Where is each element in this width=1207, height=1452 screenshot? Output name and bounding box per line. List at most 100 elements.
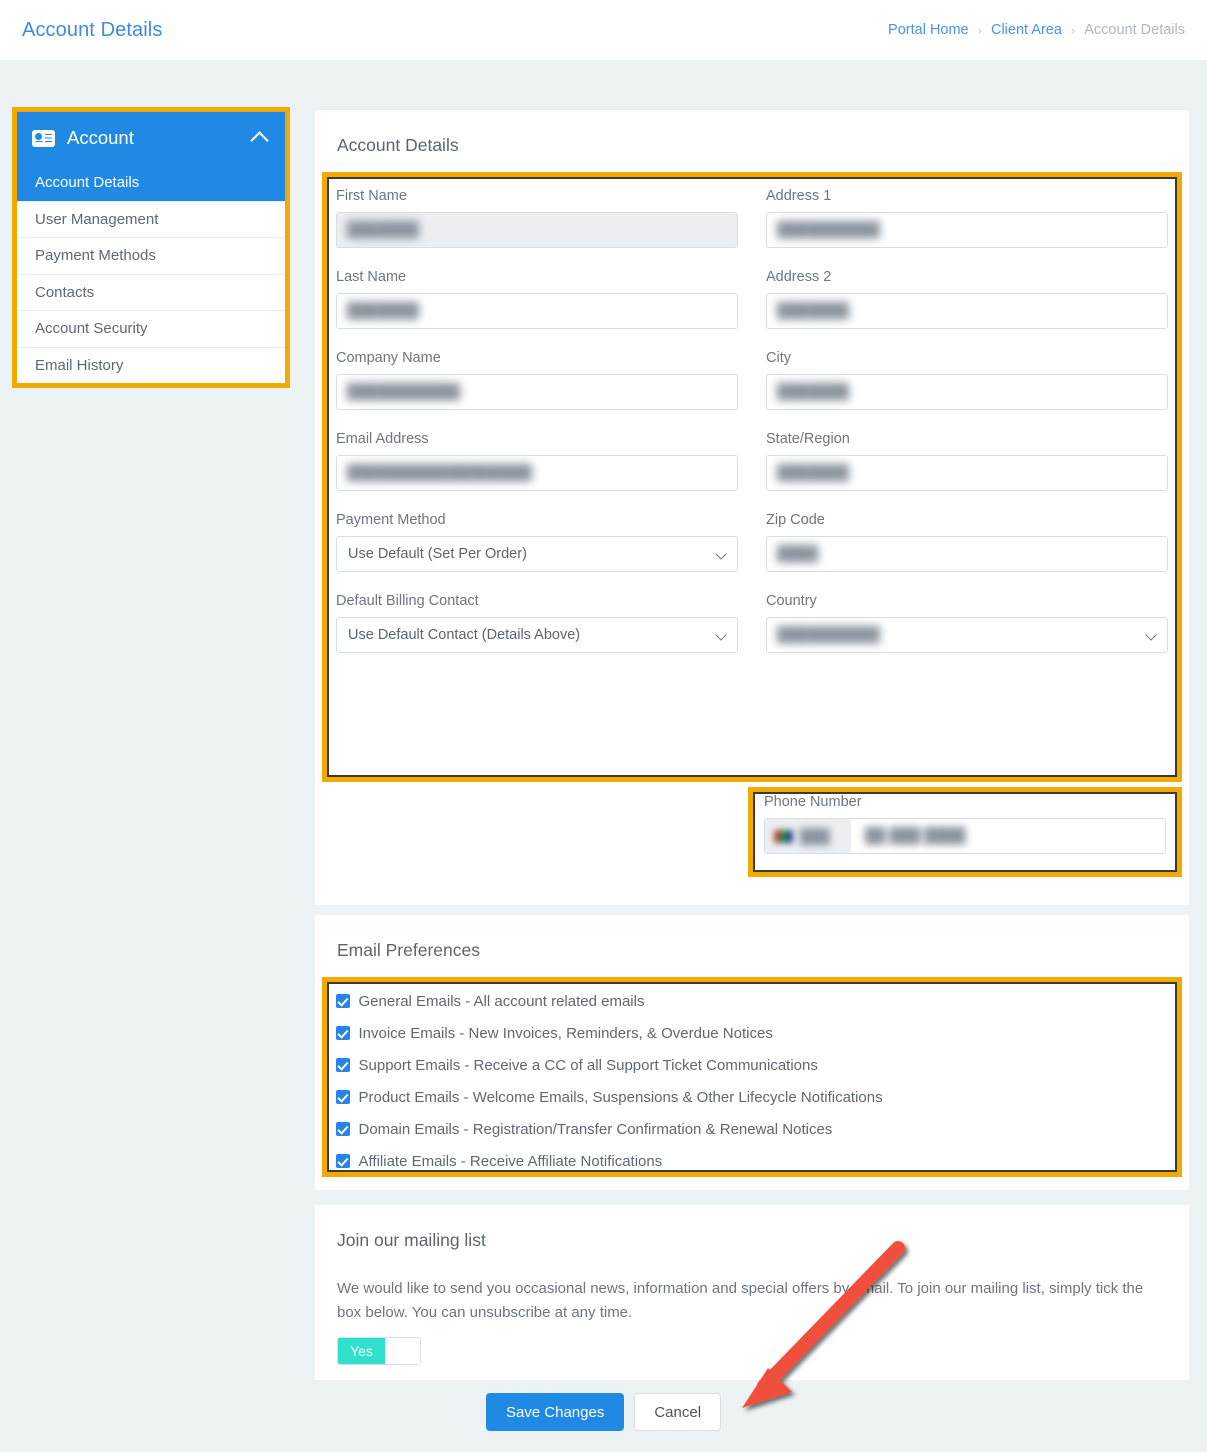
checkbox-checked-icon[interactable] bbox=[336, 1058, 350, 1072]
sidebar-item-label: Payment Methods bbox=[35, 247, 156, 265]
email-pref-general[interactable]: General Emails - All account related ema… bbox=[336, 985, 1166, 1017]
account-details-card-title: Account Details bbox=[337, 135, 459, 155]
field-label: City bbox=[766, 350, 791, 366]
save-changes-button[interactable]: Save Changes bbox=[485, 1393, 625, 1431]
email-pref-affiliate[interactable]: Affiliate Emails - Receive Affiliate Not… bbox=[336, 1145, 1166, 1177]
mailing-list-toggle-on-label[interactable]: Yes bbox=[338, 1338, 385, 1364]
field-payment-method: Payment Method Use Default (Set Per Orde… bbox=[336, 512, 738, 572]
field-default-billing-contact: Default Billing Contact Use Default Cont… bbox=[336, 593, 738, 653]
phone-country-prefix[interactable]: ███ bbox=[765, 819, 851, 853]
field-state-region: State/Region ███████ bbox=[766, 431, 1168, 491]
phone-number-value: ██ ███ ████ bbox=[865, 828, 966, 844]
breadcrumb-client-area[interactable]: Client Area bbox=[991, 22, 1062, 38]
payment-method-select[interactable]: Use Default (Set Per Order) bbox=[336, 536, 738, 572]
email-preferences-card: Email Preferences General Emails - All a… bbox=[315, 915, 1189, 1190]
id-card-icon bbox=[32, 129, 55, 147]
email-pref-label: General Emails - All account related ema… bbox=[358, 992, 645, 1010]
sidebar-item-contacts[interactable]: Contacts bbox=[17, 273, 285, 310]
email-pref-label: Domain Emails - Registration/Transfer Co… bbox=[358, 1120, 833, 1138]
field-label: Default Billing Contact bbox=[336, 593, 479, 609]
breadcrumb-current: Account Details bbox=[1084, 22, 1185, 38]
field-label: Address 1 bbox=[766, 188, 832, 204]
email-preferences-list: General Emails - All account related ema… bbox=[336, 985, 1166, 1177]
sidebar-header[interactable]: Account bbox=[17, 112, 285, 164]
sidebar-item-email-history[interactable]: Email History bbox=[17, 346, 285, 383]
email-pref-product[interactable]: Product Emails - Welcome Emails, Suspens… bbox=[336, 1081, 1166, 1113]
state-region-input[interactable] bbox=[766, 455, 1168, 491]
chevron-up-icon[interactable] bbox=[250, 131, 269, 150]
phone-number-input[interactable]: ███ ██ ███ ████ bbox=[764, 818, 1166, 854]
checkbox-checked-icon[interactable] bbox=[336, 1122, 350, 1136]
field-label: Email Address bbox=[336, 431, 429, 447]
checkbox-checked-icon[interactable] bbox=[336, 1026, 350, 1040]
field-label: Country bbox=[766, 593, 817, 609]
breadcrumb-portal-home[interactable]: Portal Home bbox=[888, 22, 969, 38]
field-city: City ███████ bbox=[766, 350, 1168, 410]
sidebar-item-label: Email History bbox=[35, 356, 124, 374]
field-address-2: Address 2 ███████ bbox=[766, 269, 1168, 329]
field-label: State/Region bbox=[766, 431, 850, 447]
first-name-input[interactable] bbox=[336, 212, 738, 248]
email-pref-label: Affiliate Emails - Receive Affiliate Not… bbox=[358, 1152, 663, 1170]
last-name-input[interactable] bbox=[336, 293, 738, 329]
address-1-input[interactable] bbox=[766, 212, 1168, 248]
email-preferences-card-title: Email Preferences bbox=[337, 940, 480, 960]
country-flag-icon bbox=[774, 829, 793, 843]
company-name-input[interactable] bbox=[336, 374, 738, 410]
field-last-name: Last Name ███████ bbox=[336, 269, 738, 329]
breadcrumb: Portal Home › Client Area › Account Deta… bbox=[888, 22, 1185, 38]
sidebar-title: Account bbox=[67, 127, 134, 148]
field-phone-number: Phone Number ███ ██ ███ ████ bbox=[764, 794, 1166, 854]
city-input[interactable] bbox=[766, 374, 1168, 410]
sidebar-item-payment-methods[interactable]: Payment Methods bbox=[17, 237, 285, 274]
email-address-input[interactable] bbox=[336, 455, 738, 491]
email-pref-support[interactable]: Support Emails - Receive a CC of all Sup… bbox=[336, 1049, 1166, 1081]
email-pref-label: Support Emails - Receive a CC of all Sup… bbox=[358, 1056, 818, 1074]
field-zip-code: Zip Code ████ bbox=[766, 512, 1168, 572]
field-label: First Name bbox=[336, 188, 407, 204]
sidebar-highlight-box: Account Account Details User Management … bbox=[12, 107, 290, 388]
billing-contact-select[interactable]: Use Default Contact (Details Above) bbox=[336, 617, 738, 653]
field-label: Last Name bbox=[336, 269, 407, 285]
sidebar-item-label: Account Security bbox=[35, 320, 148, 338]
cancel-button[interactable]: Cancel bbox=[634, 1393, 722, 1431]
page-header: Account Details Portal Home › Client Are… bbox=[0, 0, 1207, 60]
field-label: Address 2 bbox=[766, 269, 832, 285]
sidebar-item-label: User Management bbox=[35, 210, 159, 228]
mailing-list-card: Join our mailing list We would like to s… bbox=[315, 1205, 1189, 1380]
chevron-right-icon: › bbox=[1070, 22, 1076, 38]
sidebar-item-account-security[interactable]: Account Security bbox=[17, 310, 285, 347]
sidebar-item-label: Contacts bbox=[35, 283, 95, 301]
mailing-list-toggle[interactable]: Yes bbox=[337, 1337, 421, 1365]
field-first-name: First Name ███████ bbox=[336, 188, 738, 248]
field-company-name: Company Name ███████████ bbox=[336, 350, 738, 410]
address-2-input[interactable] bbox=[766, 293, 1168, 329]
account-sidebar: Account Account Details User Management … bbox=[17, 112, 285, 383]
email-pref-label: Invoice Emails - New Invoices, Reminders… bbox=[358, 1024, 773, 1042]
account-details-form: First Name ███████ Address 1 ██████████ … bbox=[336, 188, 1168, 674]
country-select[interactable] bbox=[766, 617, 1168, 653]
chevron-right-icon: › bbox=[977, 22, 982, 38]
field-label: Payment Method bbox=[336, 512, 446, 528]
field-label: Company Name bbox=[336, 350, 441, 366]
form-actions: Save Changes Cancel bbox=[0, 1393, 1207, 1431]
sidebar-item-user-management[interactable]: User Management bbox=[17, 200, 285, 237]
sidebar-item-account-details[interactable]: Account Details bbox=[17, 164, 285, 201]
sidebar-item-label: Account Details bbox=[35, 174, 140, 192]
mailing-list-description: We would like to send you occasional new… bbox=[337, 1280, 1144, 1322]
page-title: Account Details bbox=[22, 18, 163, 41]
mailing-list-toggle-track[interactable] bbox=[385, 1338, 420, 1364]
field-email-address: Email Address ██████████████████ bbox=[336, 431, 738, 491]
field-label: Phone Number bbox=[764, 794, 862, 810]
field-address-1: Address 1 ██████████ bbox=[766, 188, 1168, 248]
account-details-card: Account Details First Name ███████ Addre… bbox=[315, 110, 1189, 905]
email-pref-invoice[interactable]: Invoice Emails - New Invoices, Reminders… bbox=[336, 1017, 1166, 1049]
field-label: Zip Code bbox=[766, 512, 825, 528]
phone-dial-code: ███ bbox=[800, 828, 830, 844]
checkbox-checked-icon[interactable] bbox=[336, 1090, 350, 1104]
email-pref-domain[interactable]: Domain Emails - Registration/Transfer Co… bbox=[336, 1113, 1166, 1145]
checkbox-checked-icon[interactable] bbox=[336, 1154, 350, 1168]
mailing-list-card-title: Join our mailing list bbox=[337, 1230, 486, 1250]
checkbox-checked-icon[interactable] bbox=[336, 994, 350, 1008]
zip-code-input[interactable] bbox=[766, 536, 1168, 572]
